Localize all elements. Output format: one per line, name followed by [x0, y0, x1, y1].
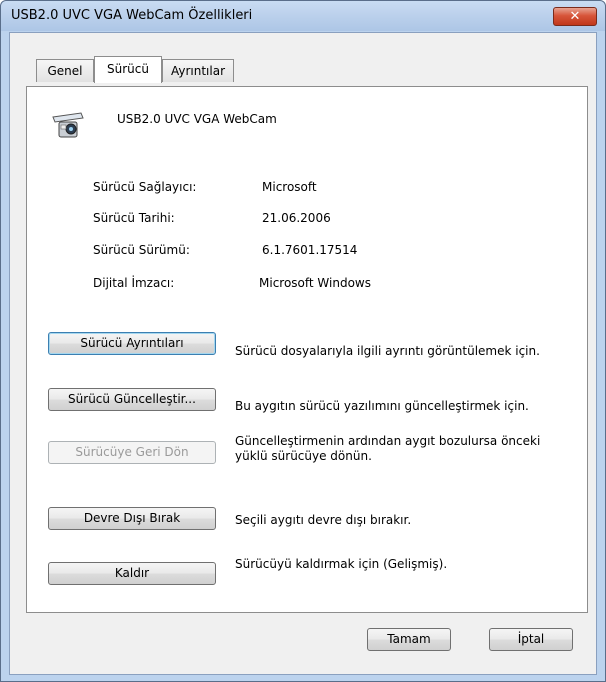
cancel-button[interactable]: İptal — [489, 628, 573, 651]
provider-value: Microsoft — [262, 180, 317, 194]
version-value: 6.1.7601.17514 — [262, 243, 358, 257]
disable-device-button[interactable]: Devre Dışı Bırak — [48, 507, 216, 530]
window-title: USB2.0 UVC VGA WebCam Özellikleri — [11, 8, 253, 23]
uninstall-driver-description: Sürücüyü kaldırmak için (Gelişmiş). — [235, 557, 448, 571]
webcam-icon — [52, 112, 84, 138]
signer-label: Dijital İmzacı: — [93, 276, 175, 290]
update-driver-description: Bu aygıtın sürücü yazılımını güncelleşti… — [235, 399, 529, 413]
tab-driver[interactable]: Sürücü — [94, 56, 162, 83]
driver-details-button[interactable]: Sürücü Ayrıntıları — [48, 332, 216, 355]
update-driver-button[interactable]: Sürücü Güncelleştir... — [48, 388, 216, 411]
properties-window: USB2.0 UVC VGA WebCam Özellikleri ✕ Gene… — [0, 0, 606, 682]
roll-back-description-line2: yüklü sürücüye dönün. — [235, 449, 372, 463]
close-button[interactable]: ✕ — [553, 7, 597, 26]
driver-details-description: Sürücü dosyalarıyla ilgili ayrıntı görün… — [235, 344, 540, 358]
roll-back-description-line1: Güncelleştirmenin ardından aygıt bozulur… — [235, 434, 541, 448]
roll-back-driver-button[interactable]: Sürücüye Geri Dön — [48, 441, 216, 464]
disable-device-description: Seçili aygıtı devre dışı bırakır. — [235, 513, 412, 527]
device-name: USB2.0 UVC VGA WebCam — [117, 112, 277, 126]
version-label: Sürücü Sürümü: — [93, 243, 190, 257]
signer-value: Microsoft Windows — [259, 276, 371, 290]
title-bar[interactable]: USB2.0 UVC VGA WebCam Özellikleri ✕ — [1, 1, 605, 31]
provider-label: Sürücü Sağlayıcı: — [93, 180, 197, 194]
date-label: Sürücü Tarihi: — [93, 211, 175, 225]
date-value: 21.06.2006 — [262, 211, 331, 225]
driver-tab-panel: USB2.0 UVC VGA WebCam Sürücü Sağlayıcı: … — [26, 86, 588, 613]
tab-general[interactable]: Genel — [36, 59, 94, 82]
tab-details[interactable]: Ayrıntılar — [162, 59, 234, 82]
ok-button[interactable]: Tamam — [367, 628, 451, 651]
uninstall-driver-button[interactable]: Kaldır — [48, 562, 216, 585]
